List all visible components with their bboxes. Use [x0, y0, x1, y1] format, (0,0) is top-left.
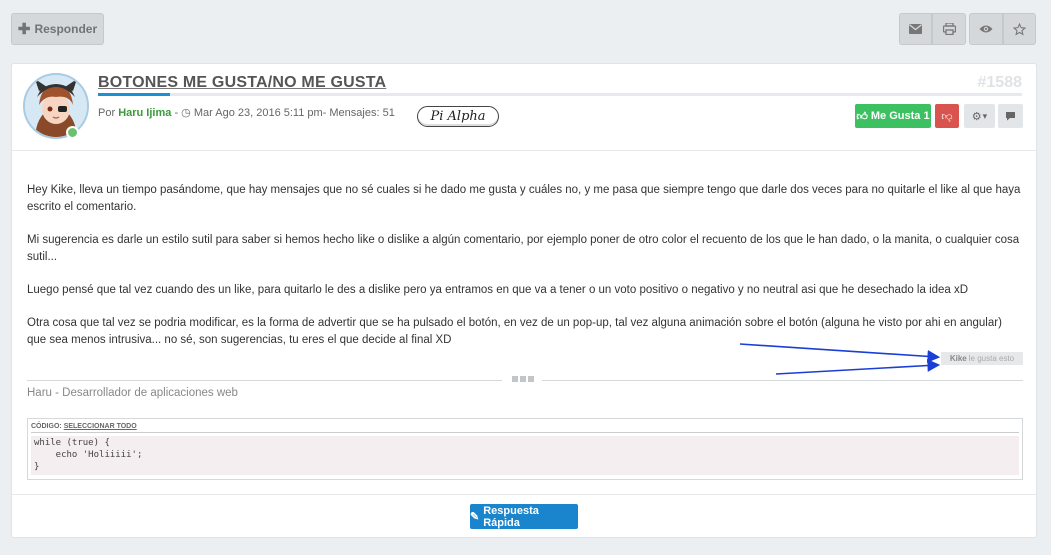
thumbs-up-icon: 👍︎: [856, 110, 868, 123]
messages-count: 51: [382, 107, 395, 119]
clock-icon: ◷: [181, 107, 191, 119]
post-footer-divider: [12, 494, 1036, 495]
like-count: 1: [923, 110, 930, 122]
reply-button[interactable]: ✚ Responder: [11, 13, 104, 45]
online-status-dot: [66, 126, 79, 139]
gear-icon: ⚙: [971, 110, 982, 123]
thumbs-down-icon: 👎︎: [941, 110, 953, 123]
eye-icon: [979, 25, 993, 33]
post-options-button[interactable]: ⚙ ▾: [964, 104, 995, 128]
post-number[interactable]: #1588: [978, 74, 1023, 92]
meta-prefix: Por: [98, 107, 116, 119]
messages-label: - Mensajes:: [322, 107, 380, 119]
plus-icon: ✚: [17, 20, 31, 38]
like-label: Me Gusta: [870, 110, 921, 122]
watch-topic-button[interactable]: [969, 13, 1003, 45]
edit-icon: ✎: [470, 511, 480, 523]
post-header: BOTONES ME GUSTA/NO ME GUSTA #1588 Por H…: [12, 64, 1036, 151]
print-icon: [942, 23, 956, 35]
signature-divider: [27, 380, 502, 381]
title-underline: [98, 93, 1022, 96]
annotation-arrow: [775, 359, 941, 375]
code-label: CÓDIGO:: [31, 423, 62, 430]
code-block: CÓDIGO: SELECCIONAR TODO while (true) { …: [27, 418, 1023, 480]
meta-sep: -: [174, 107, 179, 119]
likes-text: le gusta esto: [968, 354, 1015, 363]
caret-down-icon: ▾: [982, 110, 988, 121]
post-card: BOTONES ME GUSTA/NO ME GUSTA #1588 Por H…: [11, 63, 1037, 538]
select-all-link[interactable]: SELECCIONAR TODO: [64, 423, 137, 430]
avatar[interactable]: [23, 73, 89, 139]
signature: Haru - Desarrollador de aplicaciones web: [27, 387, 238, 399]
bookmark-button[interactable]: [1003, 13, 1036, 45]
post-paragraph: Luego pensé que tal vez cuando des un li…: [27, 284, 969, 296]
post-date: Mar Ago 23, 2016 5:11 pm: [193, 107, 323, 119]
email-topic-button[interactable]: [899, 13, 932, 45]
quick-reply-button[interactable]: ✎ Respuesta Rápida: [470, 504, 578, 529]
like-button[interactable]: 👍︎ Me Gusta 1: [855, 104, 931, 128]
quick-reply-label: Respuesta Rápida: [483, 504, 539, 529]
print-button[interactable]: [932, 13, 966, 45]
code-content[interactable]: while (true) { echo 'Holiiiii'; }: [31, 436, 1019, 475]
likes-user[interactable]: Kike: [950, 354, 967, 363]
more-dots-icon: [512, 376, 534, 384]
post-title[interactable]: BOTONES ME GUSTA/NO ME GUSTA: [98, 74, 386, 92]
author-link[interactable]: Haru Ijima: [118, 107, 171, 119]
post-meta: Por Haru Ijima - ◷ Mar Ago 23, 2016 5:11…: [98, 106, 395, 119]
post-paragraph: Hey Kike, lleva un tiempo pasándome, que…: [27, 184, 1021, 213]
likes-list[interactable]: Kike le gusta esto: [941, 352, 1023, 365]
envelope-icon: [909, 24, 922, 34]
annotation-arrows: [739, 343, 941, 375]
annotation-arrow: [739, 343, 941, 363]
post-paragraph: Mi sugerencia es darle un estilo sutil p…: [27, 234, 1020, 263]
signature-divider: [542, 380, 1023, 381]
code-header: CÓDIGO: SELECCIONAR TODO: [31, 423, 137, 430]
comment-icon: [1006, 112, 1015, 121]
star-icon: [1013, 22, 1026, 35]
quote-button[interactable]: [998, 104, 1023, 128]
dislike-button[interactable]: 👎︎: [935, 104, 959, 128]
rank-badge: Pi Alpha: [417, 106, 499, 127]
reply-button-label: Responder: [34, 22, 98, 36]
